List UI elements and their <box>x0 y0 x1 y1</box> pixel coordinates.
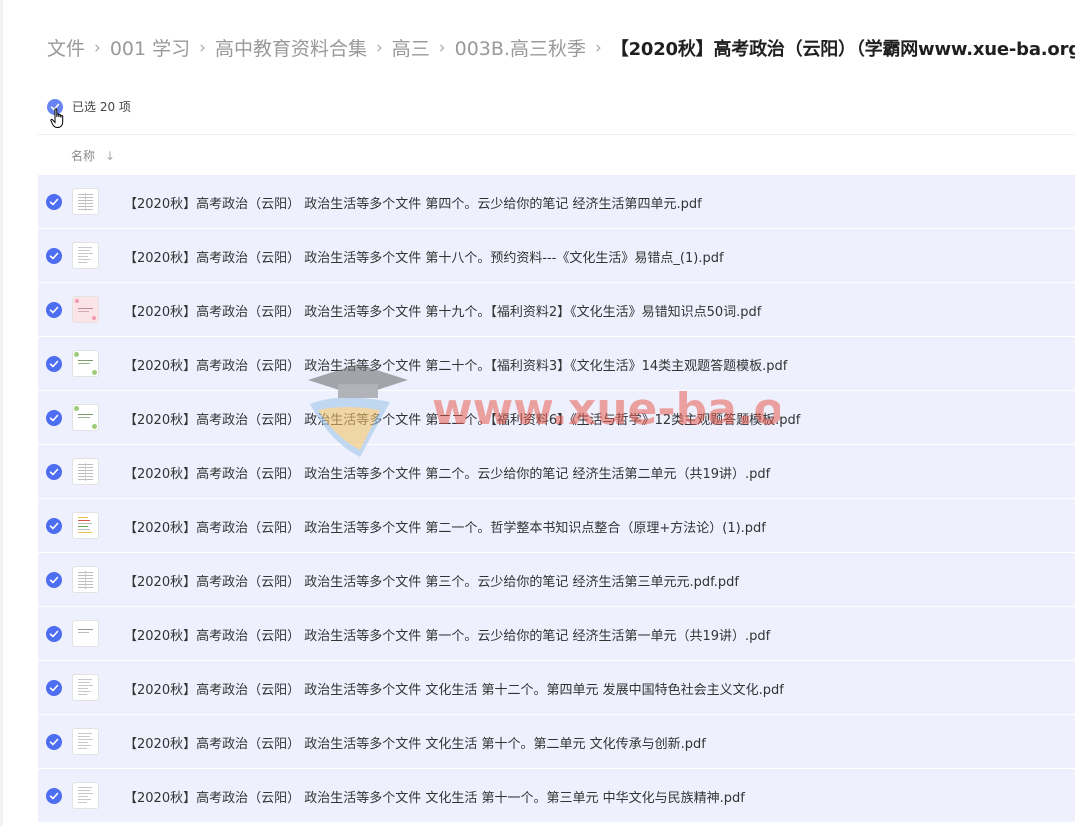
file-row[interactable]: 【2020秋】高考政治（云阳） 政治生活等多个文件 第二个。云少给你的笔记 经济… <box>38 445 1075 498</box>
breadcrumb-item-semester[interactable]: 003B.高三秋季 <box>455 34 586 61</box>
header-divider <box>38 134 1075 135</box>
file-thumbnail <box>72 512 99 539</box>
hand-cursor-icon <box>50 108 64 128</box>
file-checkbox[interactable] <box>46 626 62 642</box>
check-icon <box>49 576 59 584</box>
breadcrumb-current-folder: 【2020秋】高考政治（云阳）（学霸网www.xue-ba.org) <box>610 38 1075 60</box>
file-thumbnail <box>72 458 99 485</box>
column-header-name[interactable]: 名称 ↓ <box>71 147 115 164</box>
file-name[interactable]: 【2020秋】高考政治（云阳） 政治生活等多个文件 文化生活 第十二个。第四单元… <box>124 679 784 698</box>
check-icon <box>49 630 59 638</box>
selection-count: 已选 20 项 <box>72 100 131 114</box>
file-row[interactable]: 【2020秋】高考政治（云阳） 政治生活等多个文件 第二二个。【福利资料6】《生… <box>38 391 1075 444</box>
chevron-right-icon: › <box>438 37 446 58</box>
check-icon <box>49 522 59 530</box>
file-name[interactable]: 【2020秋】高考政治（云阳） 政治生活等多个文件 第三个。云少给你的笔记 经济… <box>124 571 739 590</box>
arrow-down-icon: ↓ <box>105 148 116 163</box>
file-checkbox[interactable] <box>46 518 62 534</box>
file-row[interactable]: 【2020秋】高考政治（云阳） 政治生活等多个文件 第十九个。【福利资料2】《文… <box>38 283 1075 336</box>
file-row[interactable]: 【2020秋】高考政治（云阳） 政治生活等多个文件 第十八个。预约资料---《文… <box>38 229 1075 282</box>
check-icon <box>49 684 59 692</box>
left-edge-divider <box>0 0 3 826</box>
file-thumbnail <box>72 350 99 377</box>
chevron-right-icon: › <box>375 37 383 58</box>
breadcrumb-item-grade[interactable]: 高三 <box>392 34 430 61</box>
chevron-right-icon: › <box>199 37 206 58</box>
check-icon <box>49 414 59 422</box>
file-thumbnail <box>72 242 99 269</box>
file-row[interactable]: 【2020秋】高考政治（云阳） 政治生活等多个文件 第四个。云少给你的笔记 经济… <box>38 175 1075 228</box>
file-thumbnail <box>72 674 99 701</box>
file-thumbnail <box>72 620 99 647</box>
file-checkbox[interactable] <box>46 302 62 318</box>
breadcrumb-item-collection[interactable]: 高中教育资料合集 <box>215 34 367 61</box>
file-list: 【2020秋】高考政治（云阳） 政治生活等多个文件 第四个。云少给你的笔记 经济… <box>38 175 1075 823</box>
file-row[interactable]: 【2020秋】高考政治（云阳） 政治生活等多个文件 文化生活 第十一个。第三单元… <box>38 769 1075 822</box>
breadcrumb-item-files[interactable]: 文件 <box>47 34 85 61</box>
check-icon <box>49 306 59 314</box>
file-checkbox[interactable] <box>46 356 62 372</box>
file-thumbnail <box>72 188 99 215</box>
check-icon <box>49 198 59 206</box>
file-checkbox[interactable] <box>46 572 62 588</box>
chevron-right-icon: › <box>594 37 602 58</box>
file-name[interactable]: 【2020秋】高考政治（云阳） 政治生活等多个文件 第十九个。【福利资料2】《文… <box>124 301 761 320</box>
file-name[interactable]: 【2020秋】高考政治（云阳） 政治生活等多个文件 第二十个。【福利资料3】《文… <box>124 355 787 374</box>
check-icon <box>49 360 59 368</box>
file-thumbnail <box>72 566 99 593</box>
file-checkbox[interactable] <box>46 194 62 210</box>
file-name[interactable]: 【2020秋】高考政治（云阳） 政治生活等多个文件 文化生活 第十一个。第三单元… <box>124 787 745 806</box>
file-row[interactable]: 【2020秋】高考政治（云阳） 政治生活等多个文件 文化生活 第十二个。第四单元… <box>38 661 1075 714</box>
file-thumbnail <box>72 782 99 809</box>
file-row[interactable]: 【2020秋】高考政治（云阳） 政治生活等多个文件 第二十个。【福利资料3】《文… <box>38 337 1075 390</box>
check-icon <box>49 252 59 260</box>
file-name[interactable]: 【2020秋】高考政治（云阳） 政治生活等多个文件 第二二个。【福利资料6】《生… <box>124 409 800 428</box>
file-name[interactable]: 【2020秋】高考政治（云阳） 政治生活等多个文件 第十八个。预约资料---《文… <box>124 247 724 266</box>
check-icon <box>49 468 59 476</box>
file-name[interactable]: 【2020秋】高考政治（云阳） 政治生活等多个文件 第一个。云少给你的笔记 经济… <box>124 625 770 644</box>
file-checkbox[interactable] <box>46 410 62 426</box>
file-checkbox[interactable] <box>46 734 62 750</box>
check-icon <box>49 738 59 746</box>
file-browser-page: 文件 › 001 学习 › 高中教育资料合集 › 高三 › 003B.高三秋季 … <box>0 0 1075 826</box>
breadcrumb-item-study[interactable]: 001 学习 <box>110 34 190 61</box>
file-thumbnail <box>72 728 99 755</box>
column-header-label: 名称 <box>71 149 96 163</box>
file-row[interactable]: 【2020秋】高考政治（云阳） 政治生活等多个文件 文化生活 第十个。第二单元 … <box>38 715 1075 768</box>
chevron-right-icon: › <box>94 37 101 58</box>
breadcrumb: 文件 › 001 学习 › 高中教育资料合集 › 高三 › 003B.高三秋季 … <box>47 34 1075 61</box>
file-checkbox[interactable] <box>46 248 62 264</box>
file-row[interactable]: 【2020秋】高考政治（云阳） 政治生活等多个文件 第二一个。哲学整本书知识点整… <box>38 499 1075 552</box>
file-checkbox[interactable] <box>46 788 62 804</box>
file-name[interactable]: 【2020秋】高考政治（云阳） 政治生活等多个文件 第二个。云少给你的笔记 经济… <box>124 463 770 482</box>
file-name[interactable]: 【2020秋】高考政治（云阳） 政治生活等多个文件 文化生活 第十个。第二单元 … <box>124 733 706 752</box>
file-checkbox[interactable] <box>46 464 62 480</box>
file-row[interactable]: 【2020秋】高考政治（云阳） 政治生活等多个文件 第一个。云少给你的笔记 经济… <box>38 607 1075 660</box>
check-icon <box>49 792 59 800</box>
file-row[interactable]: 【2020秋】高考政治（云阳） 政治生活等多个文件 第三个。云少给你的笔记 经济… <box>38 553 1075 606</box>
file-name[interactable]: 【2020秋】高考政治（云阳） 政治生活等多个文件 第四个。云少给你的笔记 经济… <box>124 193 702 212</box>
file-name[interactable]: 【2020秋】高考政治（云阳） 政治生活等多个文件 第二一个。哲学整本书知识点整… <box>124 517 766 536</box>
file-checkbox[interactable] <box>46 680 62 696</box>
file-thumbnail <box>72 404 99 431</box>
file-thumbnail <box>72 296 99 323</box>
